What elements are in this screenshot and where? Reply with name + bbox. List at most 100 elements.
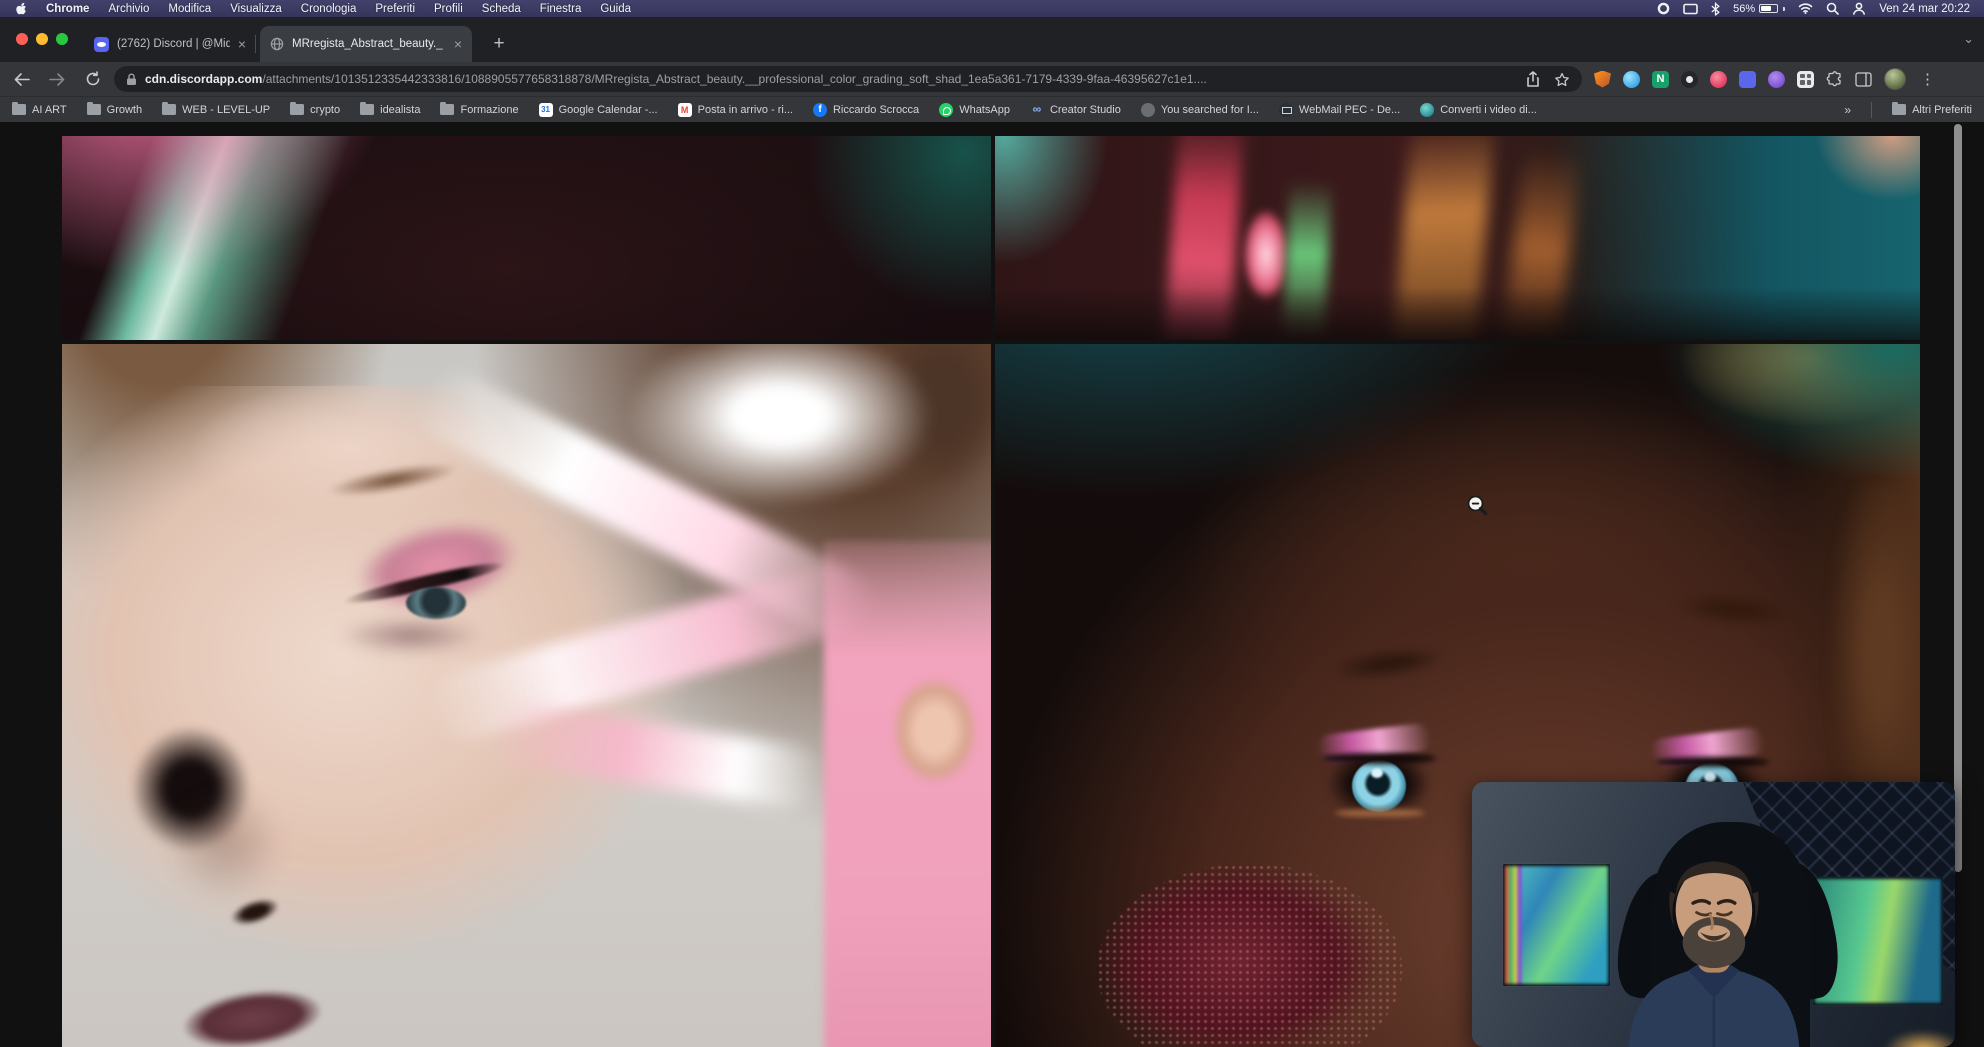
tab-discord[interactable]: (2762) Discord | @Midjourney × [84,26,256,62]
close-window-button[interactable] [16,33,28,45]
bookmark-creator-studio[interactable]: Creator Studio [1030,103,1121,117]
bookmark-label: Formazione [460,104,518,116]
eye-glint [1371,768,1383,778]
bookmark-folder-formazione[interactable]: Formazione [440,104,518,116]
chrome-menu-icon[interactable]: ⋮ [1920,70,1935,88]
menu-item-scheda[interactable]: Scheda [482,3,521,15]
whatsapp-icon [939,103,953,117]
bookmark-folder-web-level-up[interactable]: WEB - LEVEL-UP [162,104,270,116]
dark-extension-icon[interactable] [1681,71,1698,88]
bookmark-label: Google Calendar -... [559,104,658,116]
bookmark-label: crypto [310,104,340,116]
midjourney-grid-panel-top-right[interactable] [995,136,1920,340]
profile-avatar[interactable] [1884,68,1906,90]
wifi-icon[interactable] [1798,3,1813,14]
bookmarks-overflow-chevron[interactable]: » [1844,103,1851,117]
bluetooth-icon[interactable] [1711,2,1720,16]
bookmark-folder-idealista[interactable]: idealista [360,104,420,116]
bookmark-label: AI ART [32,104,67,116]
tab-search-chevron-icon[interactable]: ⌄ [1963,31,1974,47]
midjourney-panel-profile-portrait[interactable] [62,344,991,1047]
google-calendar-icon [539,103,553,117]
fullscreen-window-button[interactable] [56,33,68,45]
portrait-left-eye [1314,741,1444,825]
menu-item-profili[interactable]: Profili [434,3,463,15]
bookmark-star-icon[interactable] [1554,72,1570,87]
portrait-left-eyebrow [1308,637,1468,691]
menu-item-guida[interactable]: Guida [600,3,631,15]
discord-favicon [94,37,109,52]
indigo-extension-icon[interactable] [1739,71,1756,88]
new-tab-button[interactable]: + [486,31,512,57]
tab-close-icon[interactable]: × [454,37,462,51]
folder-icon [360,104,374,115]
bookmark-label: You searched for I... [1161,104,1259,116]
portrait-under-eye-shadow [313,611,508,660]
menu-bar-clock[interactable]: Ven 24 mar 20:22 [1879,3,1970,15]
battery-icon [1759,4,1778,13]
bookmark-gmail-inbox[interactable]: Posta in arrivo - ri... [678,103,793,117]
bookmark-google-calendar[interactable]: Google Calendar -... [539,103,658,117]
bookmark-label: Riccardo Scrocca [833,104,919,116]
generic-favicon [1141,103,1155,117]
menu-item-archivio[interactable]: Archivio [108,3,149,15]
menu-item-visualizza[interactable]: Visualizza [230,3,282,15]
converter-icon [1420,103,1434,117]
menu-item-preferiti[interactable]: Preferiti [375,3,415,15]
red-extension-icon[interactable] [1710,71,1727,88]
menu-item-finestra[interactable]: Finestra [540,3,582,15]
grid-extension-icon[interactable] [1797,71,1814,88]
extensions-puzzle-icon[interactable] [1826,71,1843,88]
tab-separator [255,35,256,53]
chrome-toolbar: cdn.discordapp.com/attachments/101351233… [0,62,1984,96]
bookmark-label: idealista [380,104,420,116]
metamask-extension-icon[interactable] [1594,71,1611,88]
omnibox[interactable]: cdn.discordapp.com/attachments/101351233… [114,66,1582,92]
extensions-row: ⋮ [1594,68,1945,90]
menu-item-chrome[interactable]: Chrome [46,3,89,15]
url-path: /attachments/1013512335442333816/1088905… [262,72,1207,86]
other-bookmarks-folder[interactable]: Altri Preferiti [1892,104,1972,116]
folder-icon [1892,104,1906,115]
bookmark-label: Growth [107,104,142,116]
user-switch-icon[interactable] [1852,2,1866,15]
purple-extension-icon[interactable] [1768,71,1785,88]
scrollbar-thumb[interactable] [1954,124,1962,872]
record-icon[interactable] [1657,2,1670,15]
facebook-icon [813,103,827,117]
bookmark-converti-video[interactable]: Converti i video di... [1420,103,1537,117]
menu-item-modifica[interactable]: Modifica [168,3,211,15]
share-icon[interactable] [1526,71,1540,87]
bookmark-facebook-profile[interactable]: Riccardo Scrocca [813,103,919,117]
forward-button[interactable] [42,65,72,93]
reload-button[interactable] [78,65,108,93]
tab-close-icon[interactable]: × [238,37,246,51]
tab-title: MRregista_Abstract_beauty._ [292,38,446,50]
minimize-window-button[interactable] [36,33,48,45]
cyan-extension-icon[interactable] [1623,71,1640,88]
bookmark-label: Altri Preferiti [1912,104,1972,116]
spotlight-search-icon[interactable] [1826,2,1839,15]
bookmark-folder-growth[interactable]: Growth [87,104,142,116]
bookmark-label: WebMail PEC - De... [1299,104,1400,116]
apple-logo-icon[interactable] [14,1,27,16]
midjourney-grid-panel-top-left[interactable] [62,136,991,340]
screen: Chrome Archivio Modifica Visualizza Cron… [0,0,1984,1047]
url-host: cdn.discordapp.com [145,72,262,86]
tab-discord-cdn-image[interactable]: MRregista_Abstract_beauty._ × [260,26,472,62]
bookmark-folder-crypto[interactable]: crypto [290,104,340,116]
menu-item-cronologia[interactable]: Cronologia [301,3,357,15]
bookmark-webmail-pec[interactable]: WebMail PEC - De... [1279,103,1400,117]
battery-indicator[interactable]: 56% [1733,3,1785,15]
bookmark-label: Converti i video di... [1440,104,1537,116]
side-panel-icon[interactable] [1855,72,1872,87]
green-n-extension-icon[interactable] [1652,71,1669,88]
chrome-tab-strip: (2762) Discord | @Midjourney × MRregista… [0,17,1984,62]
back-button[interactable] [6,65,36,93]
bookmark-whatsapp[interactable]: WhatsApp [939,103,1010,117]
webmail-icon [1279,103,1293,117]
display-icon[interactable] [1683,3,1698,15]
bookmark-folder-ai-art[interactable]: AI ART [12,104,67,116]
bookmark-you-searched[interactable]: You searched for I... [1141,103,1259,117]
webcam-overlay[interactable] [1472,782,1955,1047]
